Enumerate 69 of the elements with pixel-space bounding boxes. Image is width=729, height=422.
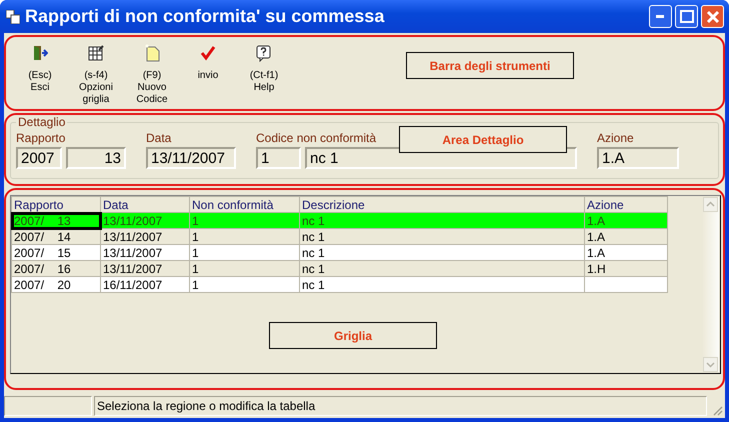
- minimize-button[interactable]: [649, 5, 672, 28]
- close-icon: [706, 10, 720, 24]
- toolbar-button[interactable]: invio: [184, 42, 232, 82]
- group-legend: Dettaglio: [16, 115, 68, 129]
- column-header[interactable]: Rapporto: [12, 196, 100, 212]
- table-cell: 1.A: [584, 244, 668, 260]
- help-icon: [256, 44, 272, 62]
- scrollbar[interactable]: [702, 197, 719, 372]
- input-field[interactable]: 13: [66, 147, 126, 169]
- door-icon: [32, 45, 48, 61]
- maximize-button[interactable]: [675, 5, 698, 28]
- minimize-icon: [656, 14, 666, 18]
- table-row[interactable]: 2007/ 15 13/11/2007 1 nc 1 1.A: [12, 244, 668, 260]
- field-label: Data: [146, 131, 172, 145]
- status-text: Seleziona la regione o modifica la tabella: [94, 396, 707, 416]
- column-header[interactable]: Descrizione: [300, 196, 584, 212]
- table-cell: 1.A: [584, 228, 668, 244]
- toolbar-button[interactable]: (F9) Nuovo Codice: [128, 42, 176, 106]
- window-title: Rapporti di non conformita' su commessa: [25, 6, 386, 27]
- input-field[interactable]: 2007: [16, 147, 62, 169]
- table-cell: 13/11/2007: [100, 212, 190, 228]
- checkmark-icon: [200, 45, 216, 61]
- table-cell: 2007/ 13: [12, 212, 100, 228]
- table-cell: nc 1: [300, 212, 584, 228]
- close-button[interactable]: [701, 5, 724, 28]
- table-cell: 1: [190, 260, 300, 276]
- column-header[interactable]: Azione: [584, 196, 668, 212]
- toolbar-button[interactable]: (Ct-f1) Help: [240, 42, 288, 94]
- table-cell: nc 1: [300, 228, 584, 244]
- input-field[interactable]: 1.A: [597, 147, 679, 169]
- table-row[interactable]: 2007/ 20 16/11/2007 1 nc 1: [12, 276, 668, 292]
- table-cell: nc 1: [300, 244, 584, 260]
- table-cell: 16/11/2007: [100, 276, 190, 292]
- table-cell: nc 1: [300, 260, 584, 276]
- table-cell: 13/11/2007: [100, 228, 190, 244]
- table-cell: nc 1: [300, 276, 584, 292]
- table-cell: 2007/ 20: [12, 276, 100, 292]
- new-document-icon: [144, 44, 160, 62]
- maximize-icon: [680, 10, 694, 24]
- table-cell: 1: [190, 228, 300, 244]
- scroll-up-icon[interactable]: [703, 197, 718, 212]
- table-cell: 1: [190, 244, 300, 260]
- table-cell: 1.A: [584, 212, 668, 228]
- field-label: Rapporto: [16, 131, 66, 145]
- field-label: Codice non conformità: [256, 131, 376, 145]
- table-cell: 1: [190, 276, 300, 292]
- table-cell: 1: [190, 212, 300, 228]
- resize-grip-icon[interactable]: [711, 404, 723, 416]
- table-row[interactable]: 2007/ 13 13/11/2007 1 nc 1 1.A: [12, 212, 668, 228]
- field-label: Azione: [597, 131, 634, 145]
- table-cell: 13/11/2007: [100, 244, 190, 260]
- annotation-label: Barra degli strumenti: [406, 52, 574, 79]
- window-icon: [6, 10, 20, 24]
- input-field[interactable]: 1: [256, 147, 301, 169]
- table-cell: 1.H: [584, 260, 668, 276]
- annotation-label: Area Dettaglio: [399, 126, 567, 153]
- table-cell: 2007/ 15: [12, 244, 100, 260]
- table-row[interactable]: 2007/ 16 13/11/2007 1 nc 1 1.H: [12, 260, 668, 276]
- table-cell: 2007/ 16: [12, 260, 100, 276]
- toolbar-button[interactable]: (s-f4) Opzioni griglia: [72, 42, 120, 106]
- toolbar-button[interactable]: (Esc) Esci: [16, 42, 64, 94]
- annotation-label: Griglia: [269, 322, 437, 349]
- table-cell: 13/11/2007: [100, 260, 190, 276]
- grid-icon: [88, 45, 104, 61]
- scroll-down-icon[interactable]: [703, 357, 718, 372]
- column-header[interactable]: Data: [100, 196, 190, 212]
- input-field[interactable]: 13/11/2007: [146, 147, 236, 169]
- table-row[interactable]: 2007/ 14 13/11/2007 1 nc 1 1.A: [12, 228, 668, 244]
- column-header[interactable]: Non conformità: [190, 196, 300, 212]
